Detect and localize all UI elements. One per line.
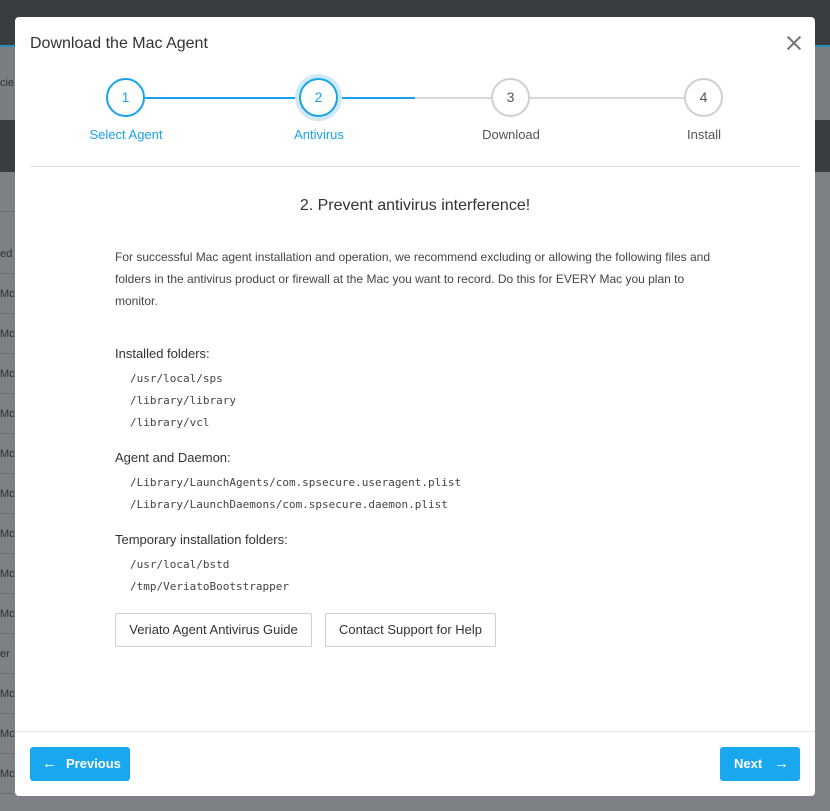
background-row: Mo (0, 394, 14, 434)
background-row: Mo (0, 594, 14, 634)
step-connector-2-3 (415, 97, 492, 99)
path-item: /library/vcl (130, 416, 210, 429)
path-item: /library/library (130, 394, 236, 407)
step-2-label[interactable]: Antivirus (259, 127, 379, 142)
background-row: ed (0, 234, 14, 274)
step-3-circle: 3 (491, 78, 530, 117)
download-mac-agent-modal: Download the Mac Agent 1 2 3 4 Select Ag… (15, 17, 815, 796)
intro-paragraph: For successful Mac agent installation an… (115, 250, 710, 308)
path-item: /Library/LaunchAgents/com.spsecure.usera… (130, 476, 462, 489)
footer-divider (15, 731, 815, 732)
background-row: Mo (0, 554, 14, 594)
step-connector-2-progress (338, 97, 415, 99)
path-item: /usr/local/bstd (130, 558, 230, 571)
background-row: er (0, 634, 14, 674)
previous-button[interactable]: ← Previous (30, 747, 130, 781)
contact-support-button[interactable]: Contact Support for Help (325, 613, 496, 647)
step-heading: 2. Prevent antivirus interference! (299, 197, 531, 214)
step-3-label: Download (482, 127, 540, 142)
modal-title: Download the Mac Agent (30, 35, 208, 52)
background-row: Mo (0, 274, 14, 314)
background-row: Mo (0, 714, 14, 754)
path-item: /Library/LaunchDaemons/com.spsecure.daem… (130, 498, 448, 511)
step-2-circle[interactable]: 2 (299, 78, 338, 117)
modal-header: Download the Mac Agent (15, 17, 815, 72)
close-icon[interactable] (785, 34, 803, 52)
background-row: Mo (0, 514, 14, 554)
path-item: /usr/local/sps (130, 372, 223, 385)
background-row (0, 172, 14, 212)
header-divider (30, 166, 800, 167)
installed-folders-title: Installed folders: (115, 346, 210, 361)
step-1-label[interactable]: Select Agent (66, 127, 186, 142)
step-connector-1-2 (145, 97, 300, 99)
step-4-label: Install (687, 127, 721, 142)
background-row: Mo (0, 754, 14, 794)
previous-label: Previous (66, 756, 121, 771)
background-row: Mo (0, 474, 14, 514)
background-tab-stub: cie (0, 77, 15, 89)
arrow-left-icon: ← (42, 755, 57, 772)
background-row: Mo (0, 674, 14, 714)
background-row: Mo (0, 314, 14, 354)
antivirus-guide-button[interactable]: Veriato Agent Antivirus Guide (115, 613, 312, 647)
background-row: Mo (0, 354, 14, 394)
step-1-circle[interactable]: 1 (106, 78, 145, 117)
step-connector-3-4 (530, 97, 685, 99)
temp-folders-title: Temporary installation folders: (115, 532, 288, 547)
step-4-circle: 4 (684, 78, 723, 117)
agent-daemon-title: Agent and Daemon: (115, 450, 231, 465)
next-label: Next (734, 756, 763, 771)
path-item: /tmp/VeriatoBootstrapper (130, 580, 289, 593)
wizard-stepper: 1 2 3 4 Select Agent Antivirus Download … (15, 77, 815, 157)
background-row: Mo (0, 434, 14, 474)
arrow-right-icon: → (774, 755, 789, 772)
next-button[interactable]: Next → (720, 747, 800, 781)
